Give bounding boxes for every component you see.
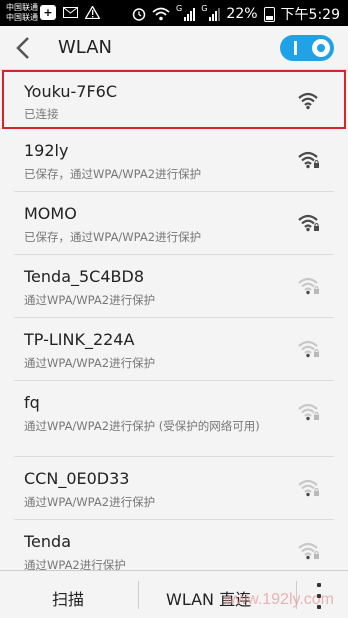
back-arrow-icon[interactable] bbox=[12, 35, 34, 61]
page-title: WLAN bbox=[58, 37, 113, 58]
wifi-secured-icon bbox=[298, 151, 320, 169]
network-name: CCN_0E0D33 bbox=[24, 469, 130, 488]
network-name: fq bbox=[24, 393, 40, 412]
warning-icon bbox=[84, 5, 100, 20]
clock: 下午5:29 bbox=[280, 7, 340, 23]
divider bbox=[138, 581, 139, 609]
scan-button[interactable]: 扫描 bbox=[52, 586, 84, 610]
battery-percent: 22% bbox=[226, 6, 258, 22]
status-bar: 中国联通 中国联通 + G G 22% 下午5:29 bbox=[0, 0, 348, 26]
bottom-bar: 扫描 WLAN 直连 www.192ly.com bbox=[0, 570, 348, 618]
carrier-1: 中国联通 bbox=[6, 3, 38, 12]
network-row[interactable]: TP-LINK_224A 通过WPA/WPA2进行保护 bbox=[14, 318, 334, 381]
toggle-knob bbox=[312, 39, 330, 57]
network-row-connected[interactable]: Youku-7F6C 已连接 bbox=[2, 70, 346, 129]
battery-icon bbox=[263, 6, 275, 22]
network-status: 通过WPA/WPA2进行保护 bbox=[24, 495, 156, 509]
network-row[interactable]: CCN_0E0D33 通过WPA/WPA2进行保护 bbox=[14, 457, 334, 520]
network-row[interactable]: Tenda_5C4BD8 通过WPA/WPA2进行保护 bbox=[14, 255, 334, 318]
network-row[interactable]: fq 通过WPA/WPA2进行保护 (受保护的网络可用) bbox=[14, 381, 334, 457]
signal-icon-2 bbox=[209, 7, 221, 21]
carrier-2: 中国联通 bbox=[6, 13, 38, 22]
network-status: 已连接 bbox=[24, 107, 59, 121]
wifi-secured-icon bbox=[298, 340, 320, 358]
toggle-on-indicator bbox=[294, 41, 297, 55]
wlan-toggle[interactable] bbox=[280, 35, 334, 61]
carrier-labels: 中国联通 中国联通 bbox=[6, 3, 38, 23]
overflow-menu-icon[interactable] bbox=[316, 583, 322, 609]
network-row[interactable]: MOMO 已保存，通过WPA/WPA2进行保护 bbox=[14, 192, 334, 255]
network-name: 192ly bbox=[24, 141, 69, 160]
network-status: 已保存，通过WPA/WPA2进行保护 bbox=[24, 230, 202, 244]
network-name: Tenda bbox=[24, 532, 71, 551]
network-name: MOMO bbox=[24, 204, 77, 223]
wifi-secured-icon bbox=[298, 277, 320, 295]
wifi-secured-icon bbox=[298, 403, 320, 421]
network-status: 通过WPA/WPA2进行保护 bbox=[24, 293, 156, 307]
mail-icon bbox=[62, 5, 78, 20]
network-name: TP-LINK_224A bbox=[24, 330, 135, 349]
network-row[interactable]: 192ly 已保存，通过WPA/WPA2进行保护 bbox=[14, 129, 334, 192]
network-list: Youku-7F6C 已连接 192ly 已保存，通过WPA/WPA2进行保护 MOMO… bbox=[0, 70, 348, 583]
app-bar: WLAN bbox=[0, 26, 348, 70]
wifi-status-icon bbox=[152, 7, 170, 21]
alarm-icon bbox=[132, 8, 146, 21]
network-name: Youku-7F6C bbox=[24, 82, 117, 101]
network-status: 已保存，通过WPA/WPA2进行保护 bbox=[24, 167, 202, 181]
network-status: 通过WPA/WPA2进行保护 bbox=[24, 356, 156, 370]
network-name: Tenda_5C4BD8 bbox=[24, 267, 145, 286]
wifi-secured-icon bbox=[298, 542, 320, 560]
signal-icon bbox=[184, 7, 196, 21]
network-type-1: G bbox=[176, 4, 183, 13]
add-notification-icon: + bbox=[40, 5, 56, 20]
network-type-2: G bbox=[201, 4, 208, 13]
wifi-secured-icon bbox=[298, 479, 320, 497]
wifi-secured-icon bbox=[298, 214, 320, 232]
network-status: 通过WPA/WPA2进行保护 (受保护的网络可用) bbox=[24, 419, 260, 433]
wifi-icon bbox=[298, 92, 320, 110]
